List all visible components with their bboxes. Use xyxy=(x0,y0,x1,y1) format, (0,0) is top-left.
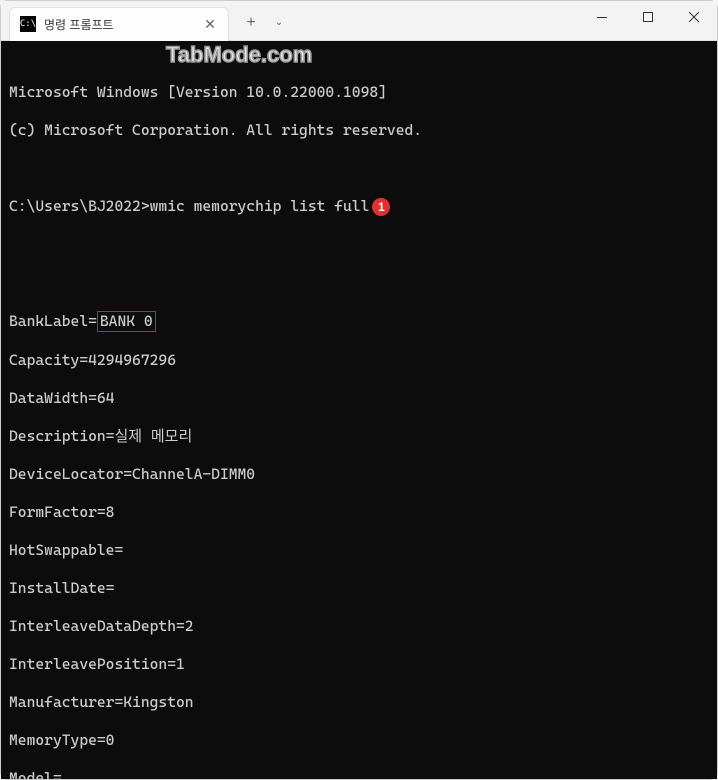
output-line: BankLabel=BANK 0 xyxy=(9,311,709,332)
output-line: FormFactor=8 xyxy=(9,503,709,522)
cmd-icon: C:\ xyxy=(20,16,36,32)
minimize-button[interactable] xyxy=(579,1,625,33)
banklabel-key: BankLabel= xyxy=(9,312,97,330)
close-button[interactable] xyxy=(671,1,717,33)
blank-line xyxy=(9,273,709,292)
prompt: C:\Users\BJ2022> xyxy=(9,197,150,215)
new-tab-button[interactable]: + xyxy=(237,9,265,37)
command-text: wmic memorychip list full xyxy=(150,197,370,215)
tab-title: 명령 프롬프트 xyxy=(44,16,202,33)
tab-dropdown-icon[interactable]: ⌄ xyxy=(269,9,289,37)
output-line: Capacity=4294967296 xyxy=(9,351,709,370)
output-line: InstallDate= xyxy=(9,579,709,598)
blank-line xyxy=(9,159,709,178)
maximize-button[interactable] xyxy=(625,1,671,33)
output-line: Manufacturer=Kingston xyxy=(9,693,709,712)
output-line: MemoryType=0 xyxy=(9,731,709,750)
tab-active[interactable]: C:\ 명령 프롬프트 ✕ xyxy=(9,7,229,41)
copyright-line: (c) Microsoft Corporation. All rights re… xyxy=(9,121,709,140)
output-line: Model= xyxy=(9,769,709,779)
output-line: HotSwappable= xyxy=(9,541,709,560)
output-line: Description=실제 메모리 xyxy=(9,427,709,446)
output-line: DataWidth=64 xyxy=(9,389,709,408)
marker-badge: 1 xyxy=(372,198,390,216)
banklabel-highlight: BANK 0 xyxy=(97,311,156,332)
output-line: InterleaveDataDepth=2 xyxy=(9,617,709,636)
window-controls xyxy=(579,1,717,33)
terminal-output[interactable]: TabMode.com Microsoft Windows [Version 1… xyxy=(1,41,717,779)
output-line: DeviceLocator=ChannelA-DIMM0 xyxy=(9,465,709,484)
header-line: Microsoft Windows [Version 10.0.22000.10… xyxy=(9,83,709,102)
title-bar: C:\ 명령 프롬프트 ✕ + ⌄ xyxy=(1,1,717,41)
output-line: InterleavePosition=1 xyxy=(9,655,709,674)
watermark-text: TabMode.com xyxy=(166,45,312,64)
blank-line xyxy=(9,235,709,254)
close-tab-icon[interactable]: ✕ xyxy=(202,16,218,32)
prompt-line: C:\Users\BJ2022>wmic memorychip list ful… xyxy=(9,197,709,216)
